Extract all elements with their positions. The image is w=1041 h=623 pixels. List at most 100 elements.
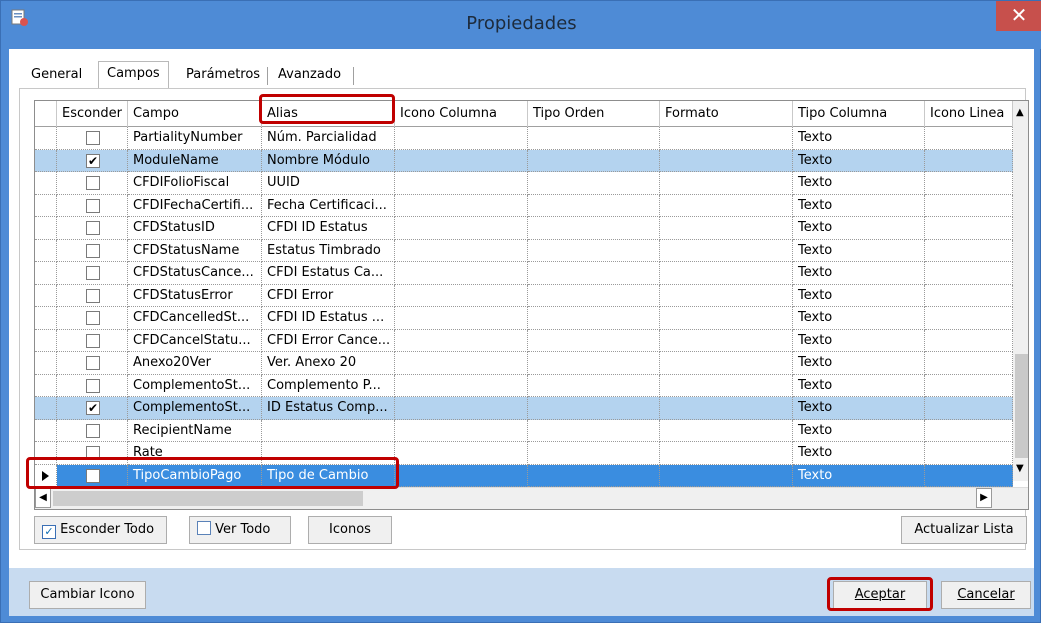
row-header-cell[interactable]: [35, 172, 57, 195]
horizontal-scrollbar[interactable]: ◀ ▶: [35, 487, 1028, 509]
tipo-columna-cell[interactable]: Texto: [793, 149, 925, 172]
empty-cell[interactable]: [660, 239, 793, 262]
row-header-cell[interactable]: [35, 262, 57, 285]
tab-avanzado[interactable]: Avanzado: [270, 63, 349, 89]
empty-cell[interactable]: [395, 397, 528, 420]
table-row[interactable]: ComplementoSt... Complemento P... Texto: [35, 374, 1013, 397]
tipo-columna-cell[interactable]: Texto: [793, 374, 925, 397]
tipo-columna-cell[interactable]: Texto: [793, 307, 925, 330]
table-row[interactable]: CFDStatusName Estatus Timbrado Texto: [35, 239, 1013, 262]
empty-cell[interactable]: [528, 352, 660, 375]
campo-cell[interactable]: ComplementoSt...: [128, 374, 262, 397]
row-header-cell[interactable]: [35, 397, 57, 420]
empty-cell[interactable]: [395, 307, 528, 330]
esconder-cell[interactable]: [57, 172, 128, 195]
table-row[interactable]: ✔ ComplementoSt... ID Estatus Comp... Texto: [35, 397, 1013, 420]
col-header-esconder[interactable]: Esconder: [57, 101, 128, 127]
col-header-formato[interactable]: Formato: [660, 101, 793, 127]
row-header-cell[interactable]: [35, 374, 57, 397]
row-header-cell[interactable]: [35, 217, 57, 240]
tipo-columna-cell[interactable]: Texto: [793, 262, 925, 285]
empty-cell[interactable]: [660, 374, 793, 397]
campo-cell[interactable]: ComplementoSt...: [128, 397, 262, 420]
tipo-columna-cell[interactable]: Texto: [793, 442, 925, 465]
empty-cell[interactable]: [528, 127, 660, 150]
empty-cell[interactable]: [660, 352, 793, 375]
alias-cell[interactable]: CFDI Estatus Ca...: [262, 262, 395, 285]
tipo-columna-cell[interactable]: Texto: [793, 127, 925, 150]
empty-cell[interactable]: [528, 217, 660, 240]
empty-cell[interactable]: [660, 329, 793, 352]
esconder-cell[interactable]: [57, 352, 128, 375]
alias-cell[interactable]: CFDI ID Estatus: [262, 217, 395, 240]
empty-cell[interactable]: [660, 127, 793, 150]
col-header-icono-columna[interactable]: Icono Columna: [395, 101, 528, 127]
empty-cell[interactable]: [395, 329, 528, 352]
alias-cell[interactable]: Complemento P...: [262, 374, 395, 397]
empty-cell[interactable]: [660, 419, 793, 442]
alias-cell[interactable]: CFDI Error: [262, 284, 395, 307]
empty-cell[interactable]: [660, 172, 793, 195]
empty-cell[interactable]: [395, 149, 528, 172]
empty-cell[interactable]: [925, 149, 1013, 172]
table-row[interactable]: CFDIFechaCertifi... Fecha Certificaci... T…: [35, 194, 1013, 217]
table-row[interactable]: CFDStatusCance... CFDI Estatus Ca... Texto: [35, 262, 1013, 285]
empty-cell[interactable]: [925, 284, 1013, 307]
checkbox-unchecked-icon[interactable]: [86, 266, 100, 280]
actualizar-lista-button[interactable]: Actualizar Lista: [901, 516, 1027, 544]
empty-cell[interactable]: [528, 329, 660, 352]
horizontal-scroll-thumb[interactable]: [53, 491, 363, 506]
esconder-cell[interactable]: [57, 127, 128, 150]
esconder-cell[interactable]: [57, 307, 128, 330]
tipo-columna-cell[interactable]: Texto: [793, 397, 925, 420]
close-button[interactable]: ✕: [996, 1, 1041, 31]
esconder-cell[interactable]: ✔: [57, 397, 128, 420]
iconos-button[interactable]: Iconos: [308, 516, 392, 544]
esconder-cell[interactable]: [57, 419, 128, 442]
empty-cell[interactable]: [660, 217, 793, 240]
empty-cell[interactable]: [925, 464, 1013, 487]
empty-cell[interactable]: [925, 194, 1013, 217]
tab-general[interactable]: General: [23, 63, 90, 89]
empty-cell[interactable]: [660, 442, 793, 465]
tipo-columna-cell[interactable]: Texto: [793, 419, 925, 442]
esconder-cell[interactable]: ✔: [57, 149, 128, 172]
esconder-cell[interactable]: [57, 239, 128, 262]
tipo-columna-cell[interactable]: Texto: [793, 352, 925, 375]
table-row[interactable]: CFDStatusError CFDI Error Texto: [35, 284, 1013, 307]
empty-cell[interactable]: [395, 194, 528, 217]
table-row[interactable]: Anexo20Ver Ver. Anexo 20 Texto: [35, 352, 1013, 375]
ver-todo-button[interactable]: Ver Todo: [189, 516, 291, 544]
empty-cell[interactable]: [528, 397, 660, 420]
esconder-todo-button[interactable]: ✓ Esconder Todo: [34, 516, 167, 544]
col-header-campo[interactable]: Campo: [128, 101, 262, 127]
campo-cell[interactable]: CFDStatusCance...: [128, 262, 262, 285]
scroll-left-icon[interactable]: ◀: [35, 488, 51, 508]
tab-parametros[interactable]: Parámetros: [178, 63, 268, 89]
empty-cell[interactable]: [528, 284, 660, 307]
empty-cell[interactable]: [528, 149, 660, 172]
cancelar-button[interactable]: Cancelar: [941, 581, 1031, 609]
campo-cell[interactable]: CFDStatusID: [128, 217, 262, 240]
esconder-cell[interactable]: [57, 374, 128, 397]
campo-cell[interactable]: CFDIFechaCertifi...: [128, 194, 262, 217]
scroll-up-icon[interactable]: ▲: [1016, 107, 1024, 118]
esconder-cell[interactable]: [57, 194, 128, 217]
cambiar-icono-button[interactable]: Cambiar Icono: [29, 581, 146, 609]
tab-campos[interactable]: Campos: [98, 61, 169, 89]
alias-cell[interactable]: Estatus Timbrado: [262, 239, 395, 262]
table-row[interactable]: PartialityNumber Núm. Parcialidad Texto: [35, 127, 1013, 150]
empty-cell[interactable]: [395, 464, 528, 487]
table-row[interactable]: CFDIFolioFiscal UUID Texto: [35, 172, 1013, 195]
row-header-cell[interactable]: [35, 329, 57, 352]
empty-cell[interactable]: [925, 172, 1013, 195]
alias-cell[interactable]: ID Estatus Comp...: [262, 397, 395, 420]
esconder-cell[interactable]: [57, 217, 128, 240]
empty-cell[interactable]: [925, 352, 1013, 375]
empty-cell[interactable]: [395, 172, 528, 195]
empty-cell[interactable]: [925, 397, 1013, 420]
checkbox-unchecked-icon[interactable]: [86, 131, 100, 145]
campo-cell[interactable]: CFDStatusName: [128, 239, 262, 262]
scroll-down-icon[interactable]: ▼: [1016, 463, 1024, 474]
checkbox-unchecked-icon[interactable]: [86, 311, 100, 325]
